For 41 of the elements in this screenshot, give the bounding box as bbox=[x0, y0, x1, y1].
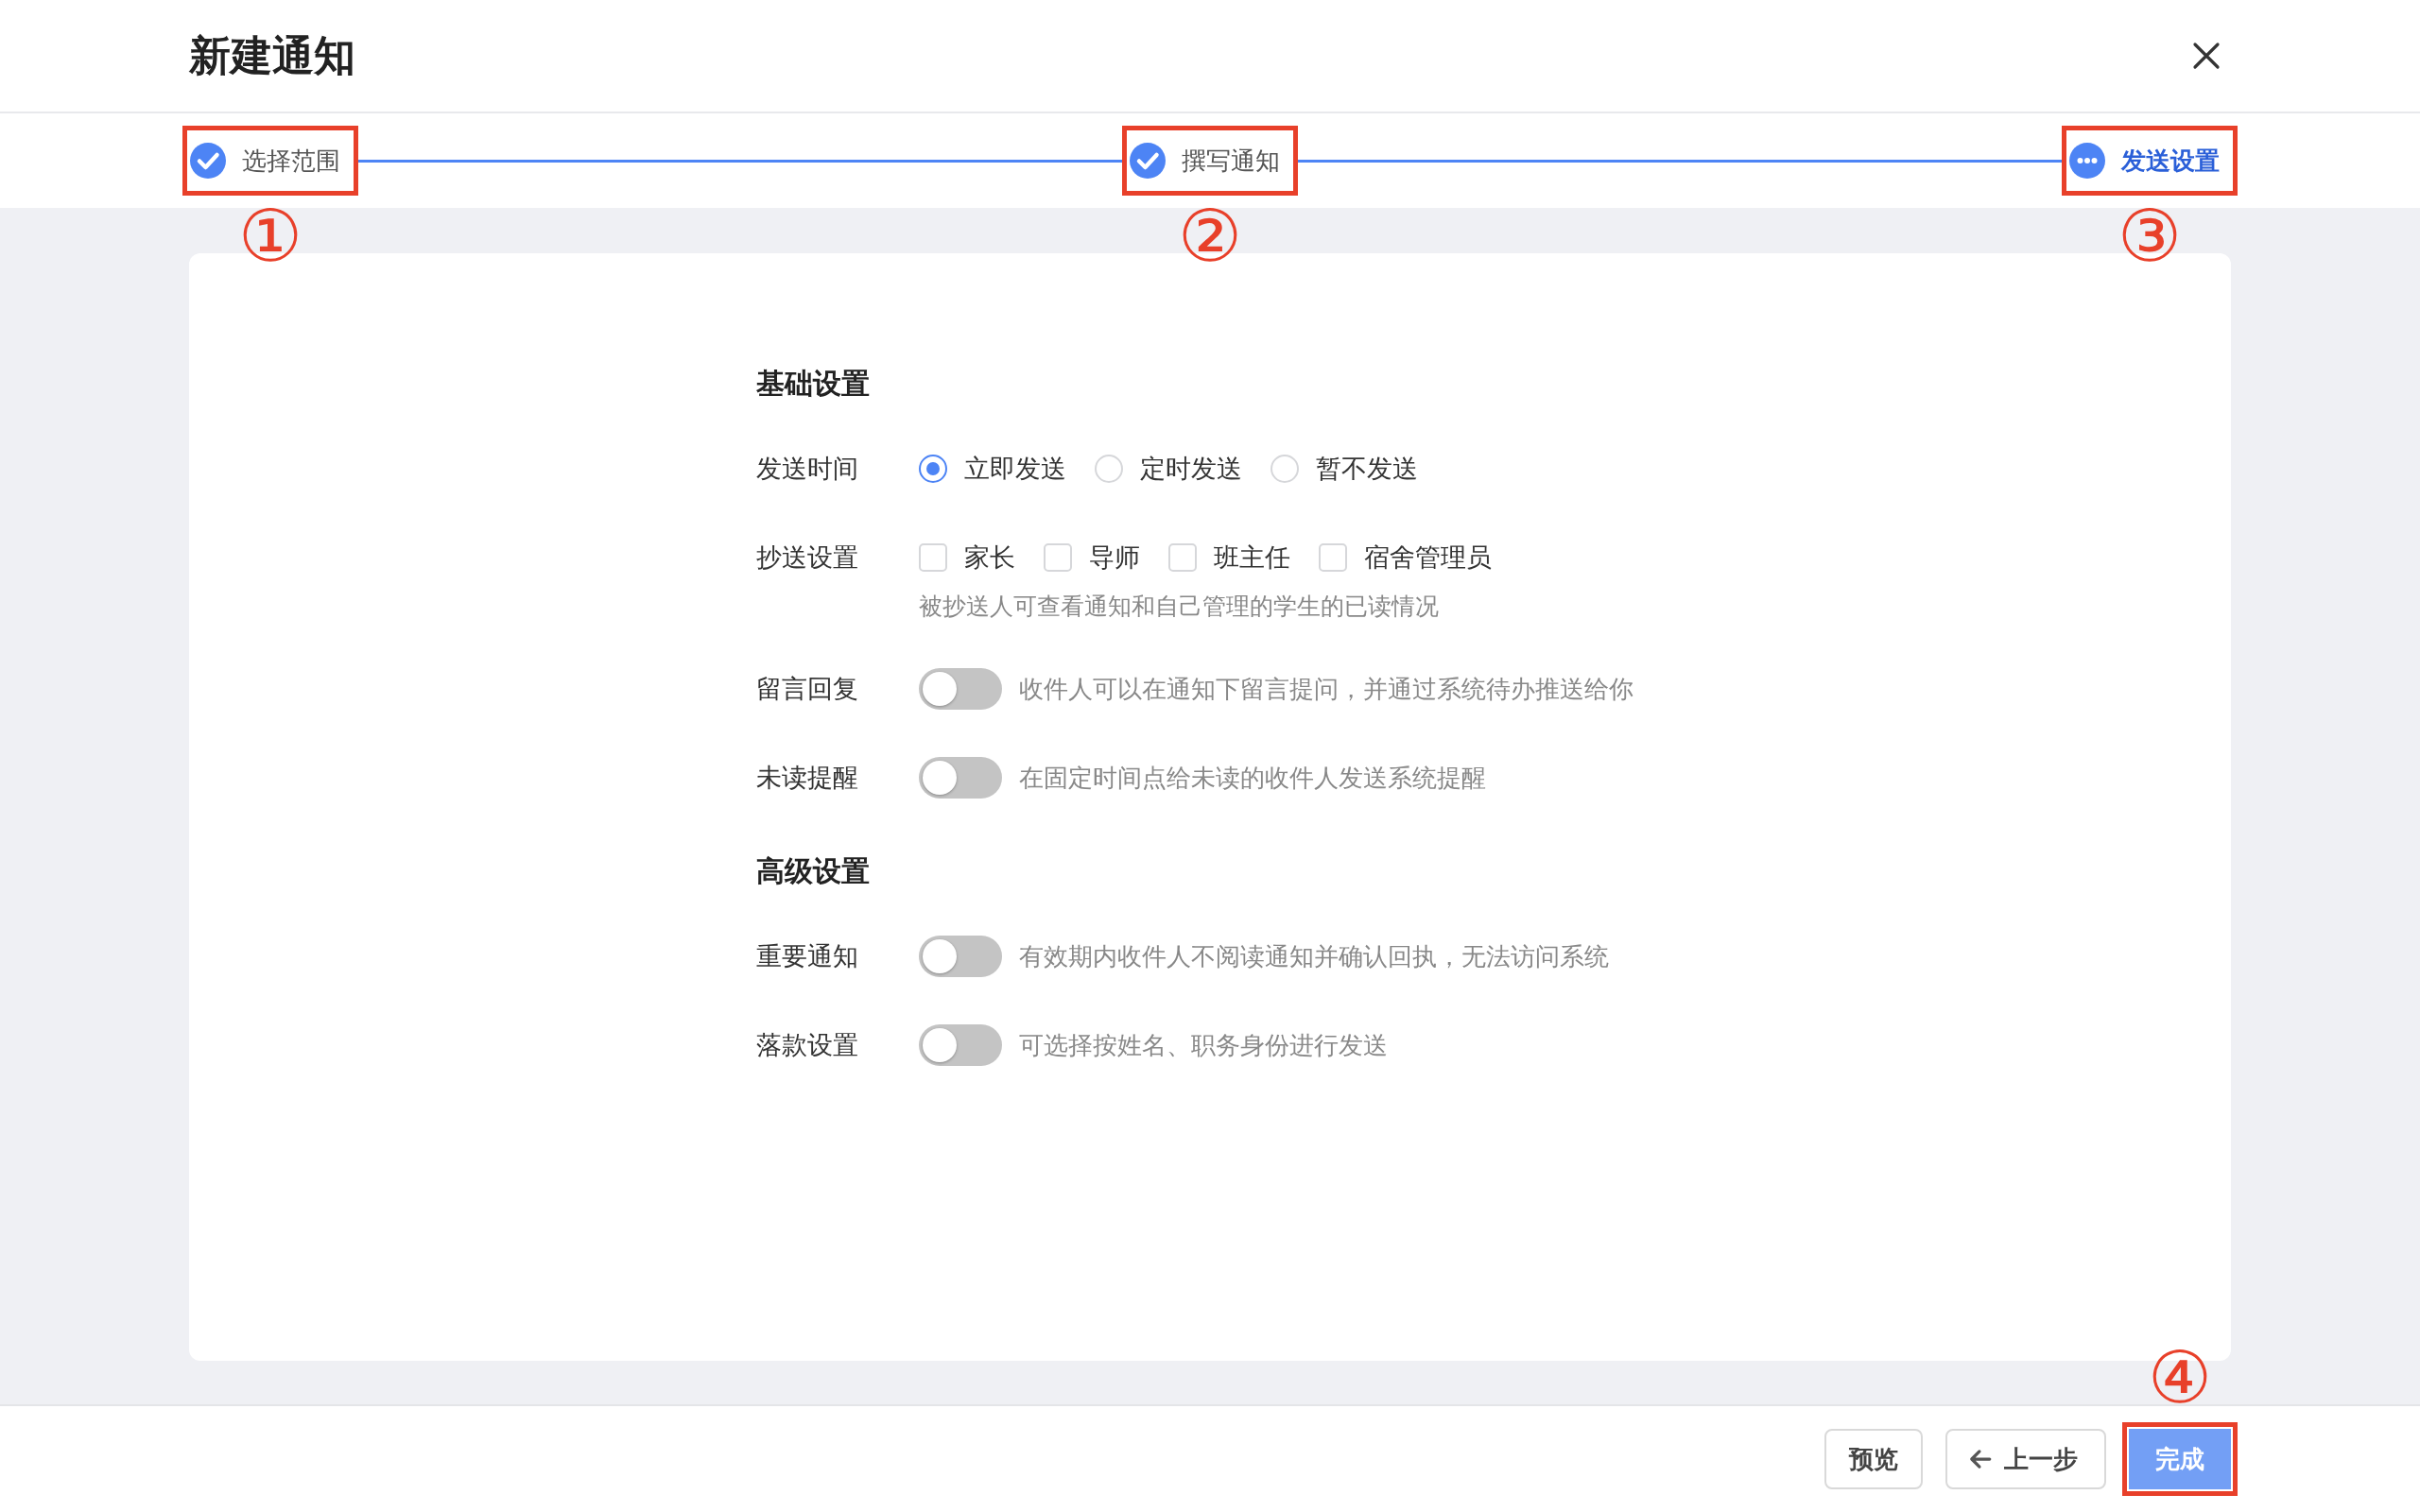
field-label: 留言回复 bbox=[756, 674, 859, 705]
check-icon bbox=[189, 142, 227, 180]
dialog-title: 新建通知 bbox=[189, 30, 355, 80]
hint-text: 被抄送人可查看通知和自己管理的学生的已读情况 bbox=[919, 592, 1440, 621]
close-icon[interactable] bbox=[2191, 41, 2221, 71]
toggle-switch[interactable] bbox=[919, 668, 1002, 710]
field-label: 发送时间 bbox=[756, 454, 859, 485]
radio-label: 暂不发送 bbox=[1316, 454, 1418, 485]
checkbox-label: 班主任 bbox=[1214, 542, 1290, 574]
checkbox-label: 家长 bbox=[964, 542, 1015, 574]
dots-icon bbox=[2068, 142, 2106, 180]
description-text: 有效期内收件人不阅读通知并确认回执，无法访问系统 bbox=[1019, 940, 1609, 972]
toggle-switch[interactable] bbox=[919, 757, 1002, 799]
arrow-left-icon bbox=[1968, 1447, 1993, 1471]
field-label: 抄送设置 bbox=[756, 542, 859, 574]
field-label: 落款设置 bbox=[756, 1030, 859, 1061]
field-label: 重要通知 bbox=[756, 941, 859, 972]
section-title: 基础设置 bbox=[756, 367, 871, 401]
radio-label: 定时发送 bbox=[1140, 454, 1242, 485]
checkbox[interactable] bbox=[1168, 543, 1197, 572]
description-text: 在固定时间点给未读的收件人发送系统提醒 bbox=[1019, 762, 1486, 794]
callout-number: ② bbox=[1177, 200, 1243, 272]
callout-number: ④ bbox=[2147, 1342, 2213, 1414]
back-button[interactable]: 上一步 bbox=[1945, 1429, 2106, 1489]
field-label: 未读提醒 bbox=[756, 763, 859, 794]
checkbox-label: 宿舍管理员 bbox=[1364, 542, 1492, 574]
callout-number: ③ bbox=[2117, 200, 2183, 272]
toggle-switch[interactable] bbox=[919, 1024, 1002, 1066]
checkbox[interactable] bbox=[1044, 543, 1072, 572]
check-icon bbox=[1129, 142, 1167, 180]
checkbox[interactable] bbox=[919, 543, 947, 572]
description-text: 收件人可以在通知下留言提问，并通过系统待办推送给你 bbox=[1019, 673, 1634, 705]
radio-label: 立即发送 bbox=[964, 454, 1066, 485]
checkbox-label: 导师 bbox=[1089, 542, 1140, 574]
preview-button[interactable]: 预览 bbox=[1824, 1429, 1923, 1489]
checkbox[interactable] bbox=[1319, 543, 1347, 572]
section-title: 高级设置 bbox=[756, 854, 871, 888]
toggle-switch[interactable] bbox=[919, 936, 1002, 977]
callout-number: ① bbox=[237, 200, 303, 272]
description-text: 可选择按姓名、职务身份进行发送 bbox=[1019, 1029, 1388, 1061]
radio-button[interactable] bbox=[919, 455, 947, 483]
